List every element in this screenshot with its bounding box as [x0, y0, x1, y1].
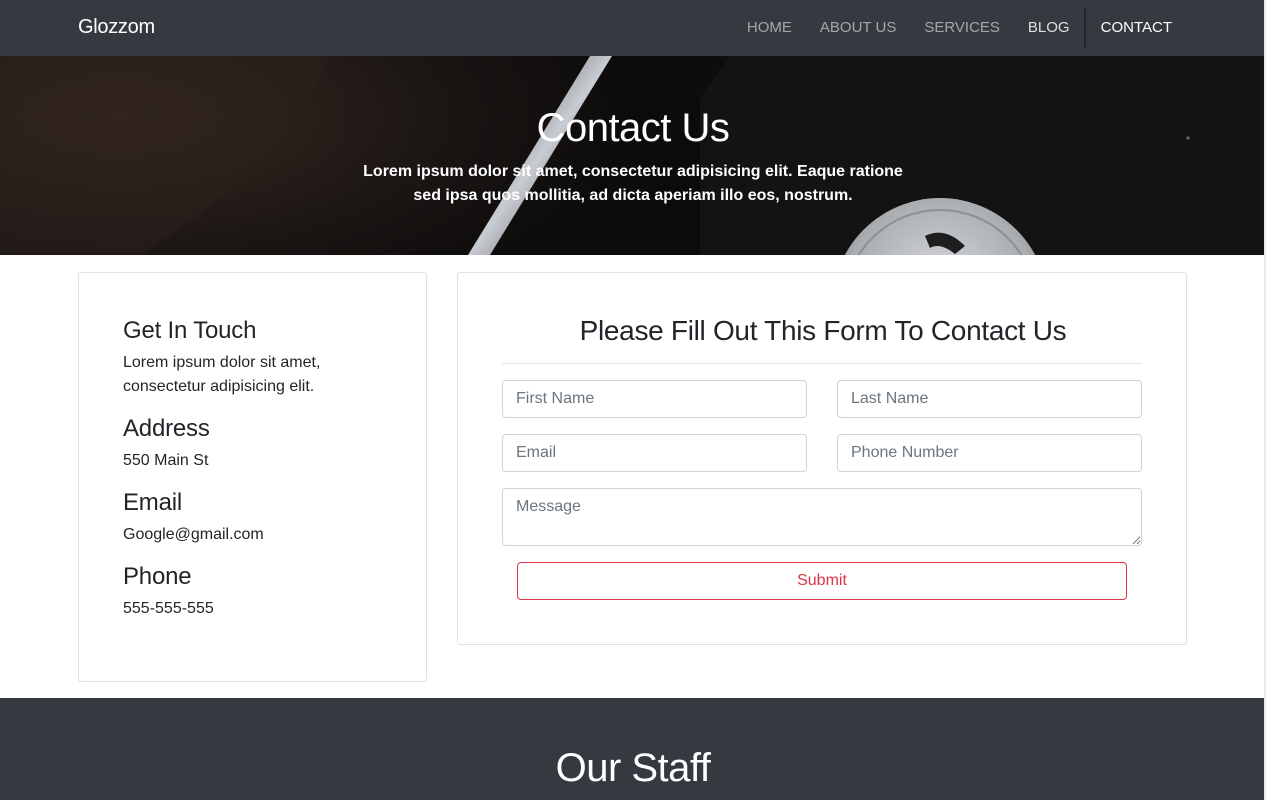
brand-logo[interactable]: Glozzom — [78, 16, 155, 39]
phone-heading: Phone — [123, 563, 192, 590]
email-value: Google@gmail.com — [123, 526, 264, 543]
form-divider — [502, 363, 1142, 364]
hero-subtitle: Lorem ipsum dolor sit amet, consectetur … — [363, 163, 903, 204]
contact-info-card: Get In Touch Lorem ipsum dolor sit amet,… — [78, 272, 427, 682]
nav-item-home[interactable]: HOME — [733, 0, 806, 56]
submit-button[interactable]: Submit — [517, 562, 1127, 600]
get-in-touch-heading: Get In Touch — [123, 317, 257, 344]
hero-background-image — [0, 56, 1266, 255]
email-heading: Email — [123, 489, 183, 516]
nav-links: HOME ABOUT US SERVICES BLOG CONTACT — [733, 0, 1186, 56]
first-name-input[interactable] — [502, 380, 807, 418]
contact-form-card: Please Fill Out This Form To Contact Us … — [457, 272, 1187, 645]
staff-title: Our Staff — [555, 746, 711, 790]
address-heading: Address — [123, 415, 210, 442]
nav-item-blog[interactable]: BLOG — [1014, 0, 1084, 56]
address-value: 550 Main St — [123, 452, 209, 469]
last-name-input[interactable] — [837, 380, 1142, 418]
phone-number-input[interactable] — [837, 434, 1142, 472]
nav-item-services[interactable]: SERVICES — [910, 0, 1014, 56]
form-title: Please Fill Out This Form To Contact Us — [579, 315, 1067, 346]
top-navbar: Glozzom HOME ABOUT US SERVICES BLOG CONT… — [0, 0, 1266, 56]
hero-banner: Contact Us Lorem ipsum dolor sit amet, c… — [0, 56, 1266, 255]
hero-title: Contact Us — [536, 106, 730, 150]
email-input[interactable] — [502, 434, 807, 472]
nav-item-about-us[interactable]: ABOUT US — [806, 0, 910, 56]
get-in-touch-text: Lorem ipsum dolor sit amet, consectetur … — [123, 354, 321, 395]
phone-value: 555-555-555 — [123, 600, 214, 617]
staff-section: Our Staff — [0, 698, 1266, 800]
nav-item-contact[interactable]: CONTACT — [1083, 8, 1186, 48]
message-textarea[interactable] — [502, 488, 1142, 546]
